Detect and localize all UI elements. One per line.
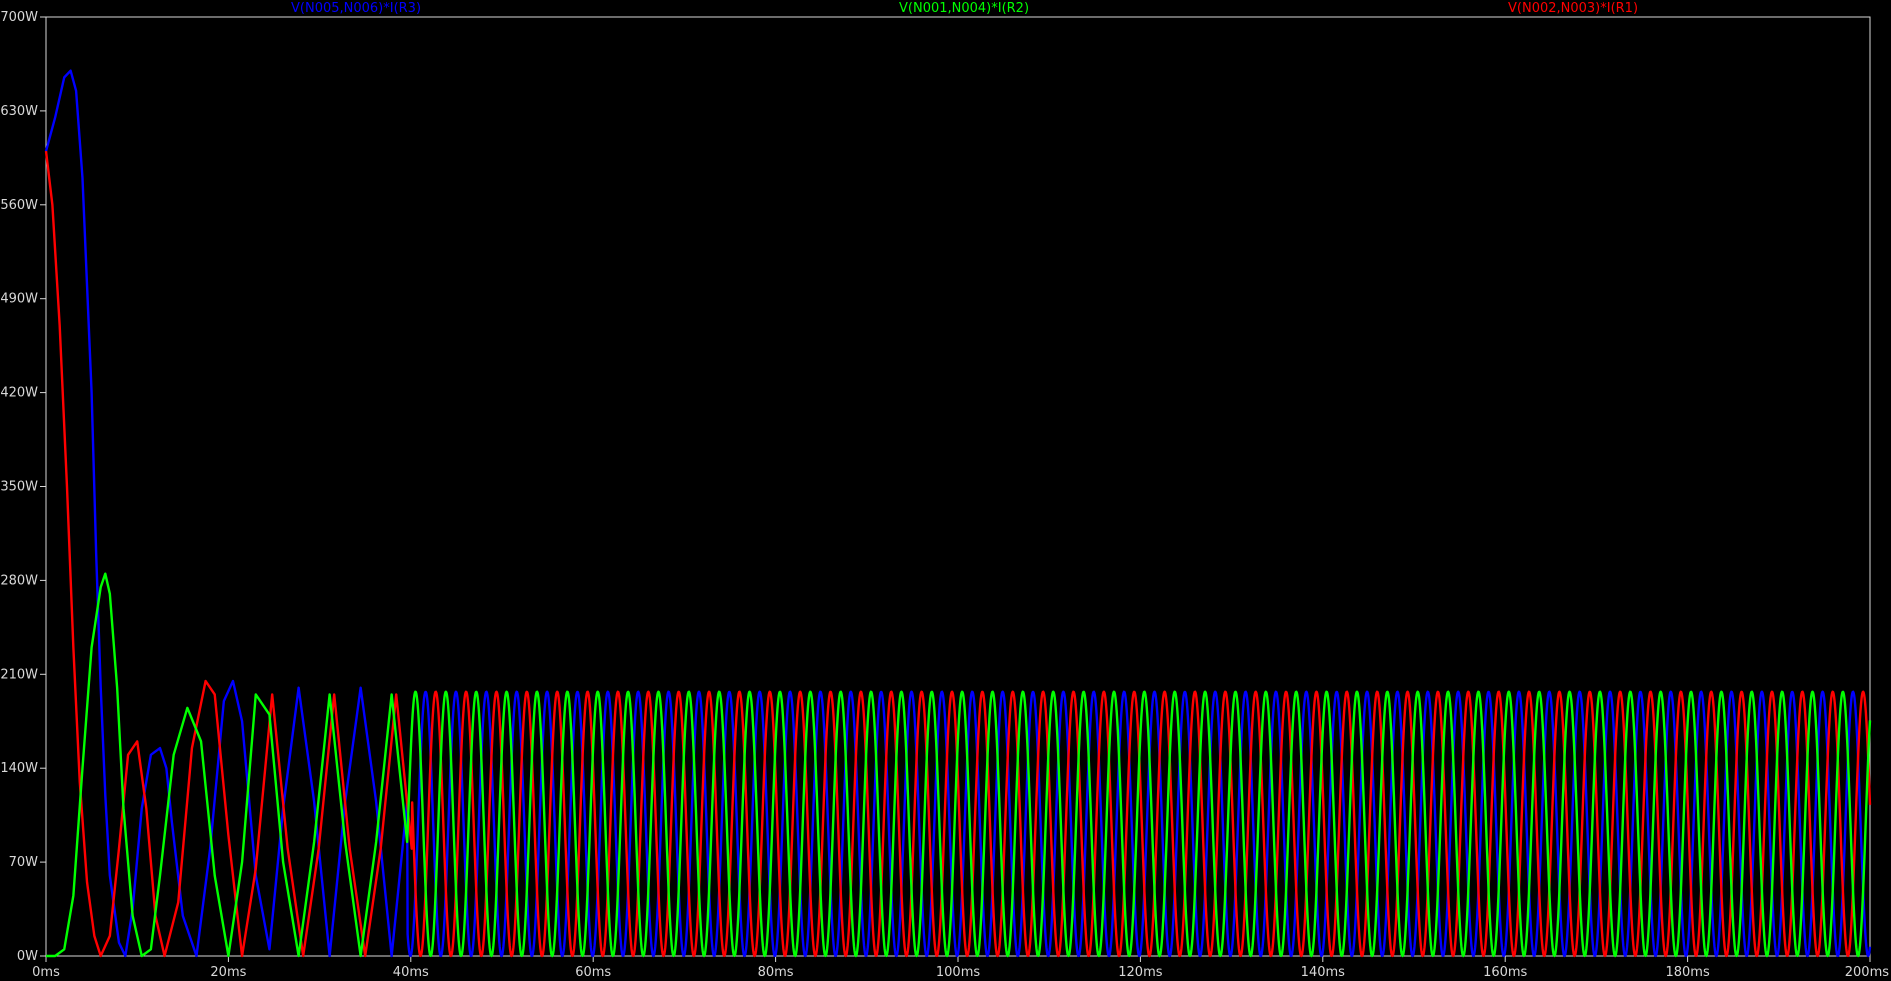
x-tick-label: 120ms — [1118, 965, 1162, 980]
x-tick-label: 20ms — [210, 965, 246, 980]
y-tick-label: 210W — [0, 667, 38, 682]
series-line-v-n001-n004--i-r2- — [46, 572, 1872, 958]
y-tick-label: 700W — [0, 10, 38, 25]
x-tick-label: 40ms — [393, 965, 429, 980]
x-tick-label: 80ms — [758, 965, 794, 980]
x-tick-label: 0ms — [32, 965, 60, 980]
y-tick-label: 420W — [0, 386, 38, 401]
legend-entry-r1[interactable]: V(N002,N003)*I(R1) — [1508, 1, 1638, 16]
series-group — [44, 69, 1872, 958]
y-tick-label: 560W — [0, 198, 38, 213]
y-tick-labels: 700W 630W 560W 490W 420W 350W 280W 210W … — [0, 10, 38, 964]
legend: V(N005,N006)*I(R3) V(N001,N004)*I(R2) V(… — [291, 1, 1638, 16]
y-tick-label: 350W — [0, 480, 38, 495]
x-tick-label: 160ms — [1483, 965, 1527, 980]
x-tick-label: 100ms — [936, 965, 980, 980]
legend-entry-r2[interactable]: V(N001,N004)*I(R2) — [899, 1, 1029, 16]
x-tick-label: 140ms — [1301, 965, 1345, 980]
series-line-v-n002-n003--i-r1- — [44, 150, 1872, 958]
y-tick-label: 70W — [9, 855, 39, 870]
legend-entry-r3[interactable]: V(N005,N006)*I(R3) — [291, 1, 421, 16]
y-tick-label: 0W — [17, 949, 38, 964]
y-tick-label: 490W — [0, 292, 38, 307]
y-tick-label: 630W — [0, 104, 38, 119]
power-waveform-chart: 700W 630W 560W 490W 420W 350W 280W 210W … — [0, 1, 1889, 980]
x-tick-label: 200ms — [1845, 965, 1889, 980]
x-tick-labels: 0ms 20ms 40ms 60ms 80ms 100ms 120ms 140m… — [32, 965, 1889, 980]
y-tick-label: 140W — [0, 761, 38, 776]
x-tick-label: 60ms — [575, 965, 611, 980]
x-tick-label: 180ms — [1665, 965, 1709, 980]
y-tick-label: 280W — [0, 573, 38, 588]
